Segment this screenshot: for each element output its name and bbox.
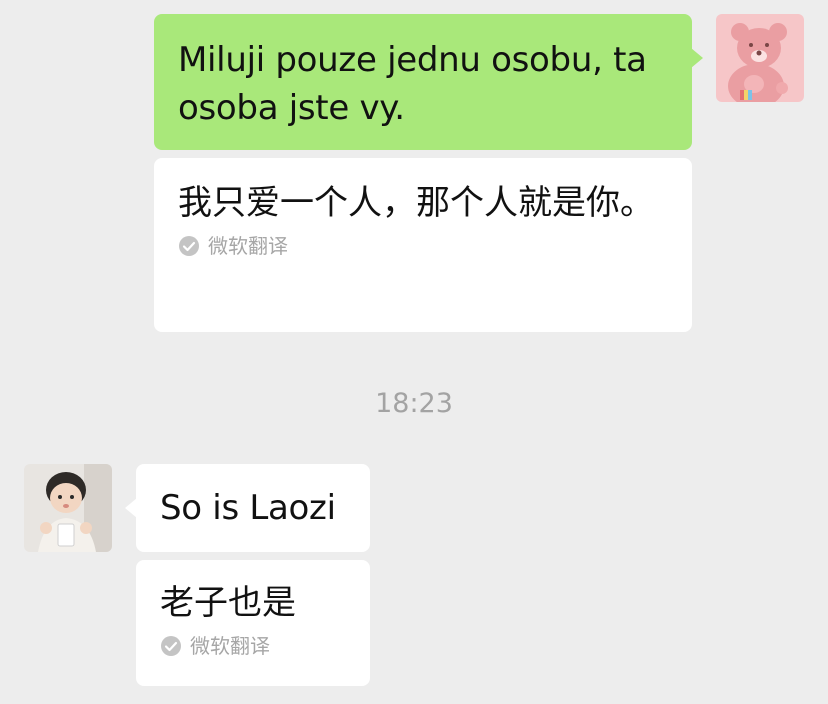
my-avatar[interactable] <box>716 14 804 102</box>
my-message-bubble[interactable]: Miluji pouze jednu osobu, ta osoba jste … <box>154 14 703 150</box>
message-text: Miluji pouze jednu osobu, ta osoba jste … <box>178 40 647 128</box>
contact-avatar[interactable] <box>24 464 112 552</box>
message-translation[interactable]: 我只爱一个人，那个人就是你。 微软翻译 <box>154 158 692 332</box>
message-text: So is Laozi <box>160 488 336 528</box>
chat-view: Miluji pouze jednu osobu, ta osoba jste … <box>0 0 828 704</box>
translation-text: 我只爱一个人，那个人就是你。 <box>178 183 654 223</box>
translation-source-label: 微软翻译 <box>208 234 288 258</box>
pink-bear-avatar-icon <box>716 14 804 102</box>
contact-message-bubble[interactable]: So is Laozi <box>125 464 370 552</box>
check-circle-icon <box>179 236 199 256</box>
message-translation[interactable]: 老子也是 微软翻译 <box>136 560 370 686</box>
translation-text: 老子也是 <box>160 583 296 623</box>
timestamp: 18:23 <box>375 388 453 419</box>
check-circle-icon <box>161 636 181 656</box>
baby-photo-avatar-icon <box>24 464 112 552</box>
translation-source: 微软翻译 <box>160 634 346 658</box>
translation-source: 微软翻译 <box>178 234 668 258</box>
translation-source-label: 微软翻译 <box>190 634 270 658</box>
